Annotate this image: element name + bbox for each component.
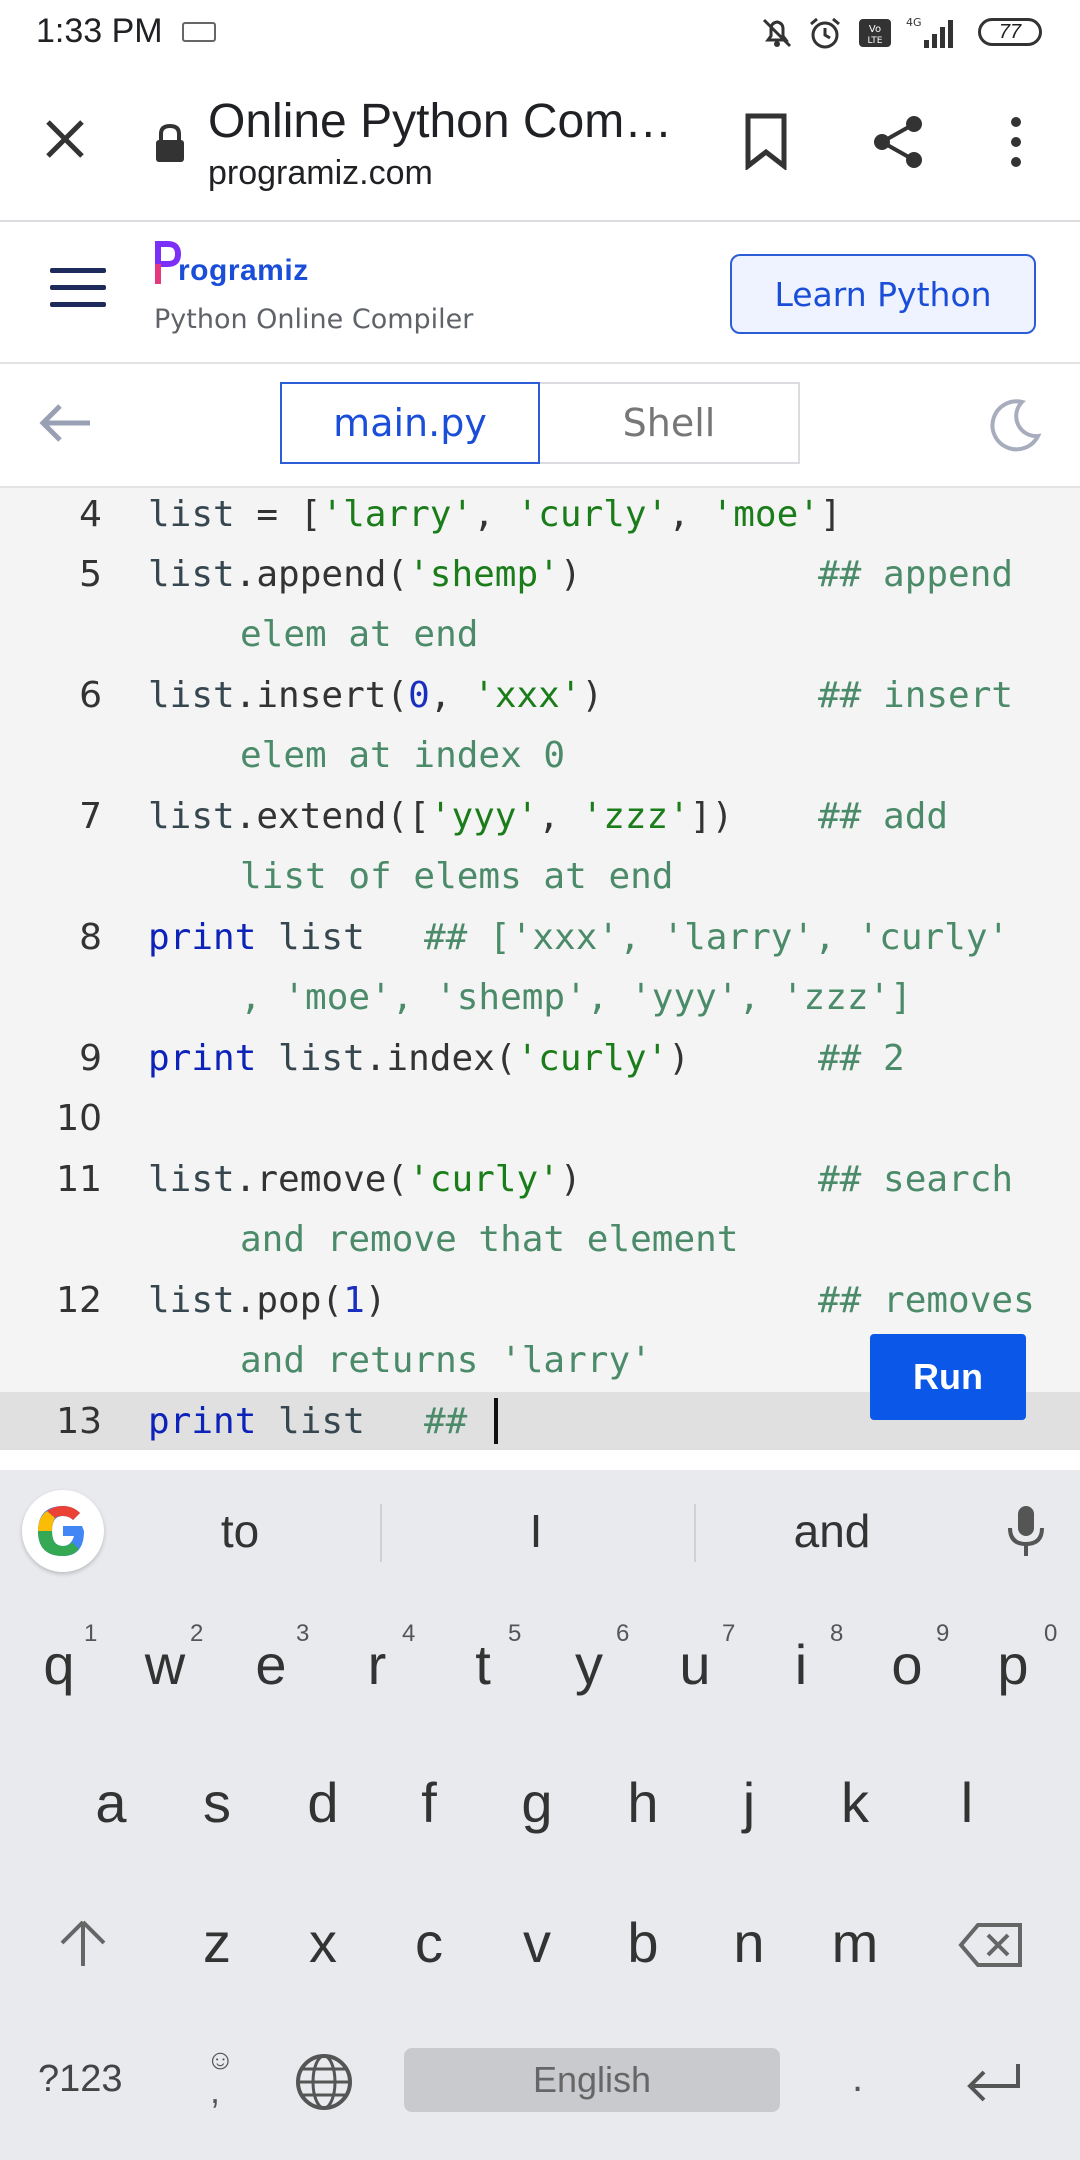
- code-line: print list: [148, 1401, 365, 1442]
- line-number: 10: [56, 1098, 102, 1139]
- text-cursor: [494, 1398, 498, 1444]
- code-comment: elem at index 0: [240, 735, 566, 776]
- mute-notification-icon: [762, 18, 792, 48]
- code-comment: and returns 'larry': [240, 1340, 652, 1381]
- code-line: list.remove('curly'): [148, 1159, 582, 1200]
- page-url[interactable]: programiz.com: [208, 154, 433, 193]
- suggestion[interactable]: to: [90, 1504, 390, 1558]
- code-comment: ## 2: [818, 1038, 905, 1079]
- more-options-icon[interactable]: [1006, 116, 1026, 168]
- page-title[interactable]: Online Python Com…: [208, 94, 672, 149]
- key-f[interactable]: f: [384, 1770, 474, 1835]
- key-j[interactable]: j: [704, 1770, 794, 1835]
- space-bar[interactable]: English: [404, 2048, 780, 2112]
- keyboard-indicator-icon: [182, 22, 216, 42]
- network-label: 4G: [906, 16, 922, 29]
- code-line: list.extend(['yyy', 'zzz']): [148, 796, 734, 837]
- key-d[interactable]: d: [278, 1770, 368, 1835]
- code-comment: ## append: [818, 554, 1014, 595]
- shift-icon[interactable]: [58, 1918, 108, 1968]
- svg-text:Vo: Vo: [869, 24, 881, 35]
- volte-icon: Vo LTE: [859, 19, 891, 47]
- line-number: 9: [79, 1038, 102, 1079]
- key-hint: 7: [722, 1620, 736, 1647]
- back-arrow-icon[interactable]: [38, 400, 94, 446]
- lock-icon: [156, 123, 184, 162]
- code-line: list.pop(1): [148, 1280, 387, 1321]
- suggestion-divider: [380, 1504, 382, 1562]
- alarm-icon: [810, 17, 840, 49]
- key-k[interactable]: k: [810, 1770, 900, 1835]
- code-line: list.insert(0, 'xxx'): [148, 675, 604, 716]
- line-number: 7: [79, 796, 102, 837]
- line-number: 11: [56, 1159, 102, 1200]
- code-comment: ## removes: [818, 1280, 1035, 1321]
- code-line: print list: [148, 917, 365, 958]
- line-number: 5: [79, 554, 102, 595]
- key-s[interactable]: s: [172, 1770, 262, 1835]
- tab-shell[interactable]: Shell: [540, 382, 800, 464]
- code-comment: ## insert: [818, 675, 1014, 716]
- code-line: list = ['larry', 'curly', 'moe']: [148, 494, 842, 535]
- key-hint: 8: [830, 1620, 844, 1647]
- key-hint: 9: [936, 1620, 950, 1647]
- key-a[interactable]: a: [66, 1770, 156, 1835]
- key-l[interactable]: l: [922, 1770, 1012, 1835]
- key-hint: 0: [1044, 1620, 1058, 1647]
- symbols-key[interactable]: ?123: [38, 2058, 123, 2101]
- code-comment: ##: [424, 1401, 468, 1442]
- bookmark-icon[interactable]: [740, 112, 792, 170]
- key-v[interactable]: v: [492, 1910, 582, 1975]
- enter-icon[interactable]: [964, 2060, 1024, 2104]
- close-tab-icon[interactable]: [40, 114, 90, 164]
- share-icon[interactable]: [868, 112, 928, 172]
- key-x[interactable]: x: [278, 1910, 368, 1975]
- period-key[interactable]: .: [852, 2056, 863, 2101]
- line-number: 8: [79, 917, 102, 958]
- backspace-icon[interactable]: [958, 1922, 1024, 1968]
- comma-key[interactable]: ,: [210, 2070, 220, 2112]
- battery-indicator: 77: [978, 18, 1042, 46]
- line-number: 6: [79, 675, 102, 716]
- code-comment: elem at end: [240, 614, 479, 655]
- code-line: list.append('shemp'): [148, 554, 582, 595]
- line-number: 12: [56, 1280, 102, 1321]
- key-z[interactable]: z: [172, 1910, 262, 1975]
- suggestion[interactable]: and: [682, 1504, 982, 1558]
- key-hint: 4: [402, 1620, 416, 1647]
- microphone-icon[interactable]: [1006, 1504, 1046, 1560]
- code-comment: ## search: [818, 1159, 1014, 1200]
- key-b[interactable]: b: [598, 1910, 688, 1975]
- key-n[interactable]: n: [704, 1910, 794, 1975]
- run-button[interactable]: Run: [870, 1334, 1026, 1420]
- learn-python-button[interactable]: Learn Python: [730, 254, 1036, 334]
- suggestion[interactable]: I: [386, 1504, 686, 1558]
- code-comment: and remove that element: [240, 1219, 739, 1260]
- code-comment: list of elems at end: [240, 856, 674, 897]
- key-c[interactable]: c: [384, 1910, 474, 1975]
- key-h[interactable]: h: [598, 1770, 688, 1835]
- globe-icon[interactable]: [294, 2052, 354, 2112]
- programiz-logo-text[interactable]: rogramiz: [178, 254, 309, 288]
- key-hint: 5: [508, 1620, 522, 1647]
- key-m[interactable]: m: [810, 1910, 900, 1975]
- code-comment: ## ['xxx', 'larry', 'curly': [424, 917, 1010, 958]
- key-hint: 2: [190, 1620, 204, 1647]
- key-g[interactable]: g: [492, 1770, 582, 1835]
- key-hint: 1: [84, 1620, 98, 1647]
- key-hint: 3: [296, 1620, 310, 1647]
- code-comment: ## add: [818, 796, 949, 837]
- signal-icon: 4G: [906, 16, 953, 48]
- code-comment: , 'moe', 'shemp', 'yyy', 'zzz']: [240, 977, 912, 1018]
- svg-text:LTE: LTE: [868, 36, 883, 46]
- line-number: 13: [56, 1401, 102, 1442]
- site-subtitle: Python Online Compiler: [154, 304, 474, 335]
- key-hint: 6: [616, 1620, 630, 1647]
- line-number: 4: [79, 494, 102, 535]
- code-line: print list.index('curly'): [148, 1038, 690, 1079]
- status-time: 1:33 PM: [36, 12, 163, 50]
- dark-mode-icon[interactable]: [988, 398, 1042, 452]
- menu-icon[interactable]: [50, 266, 106, 310]
- tab-main-py[interactable]: main.py: [280, 382, 540, 464]
